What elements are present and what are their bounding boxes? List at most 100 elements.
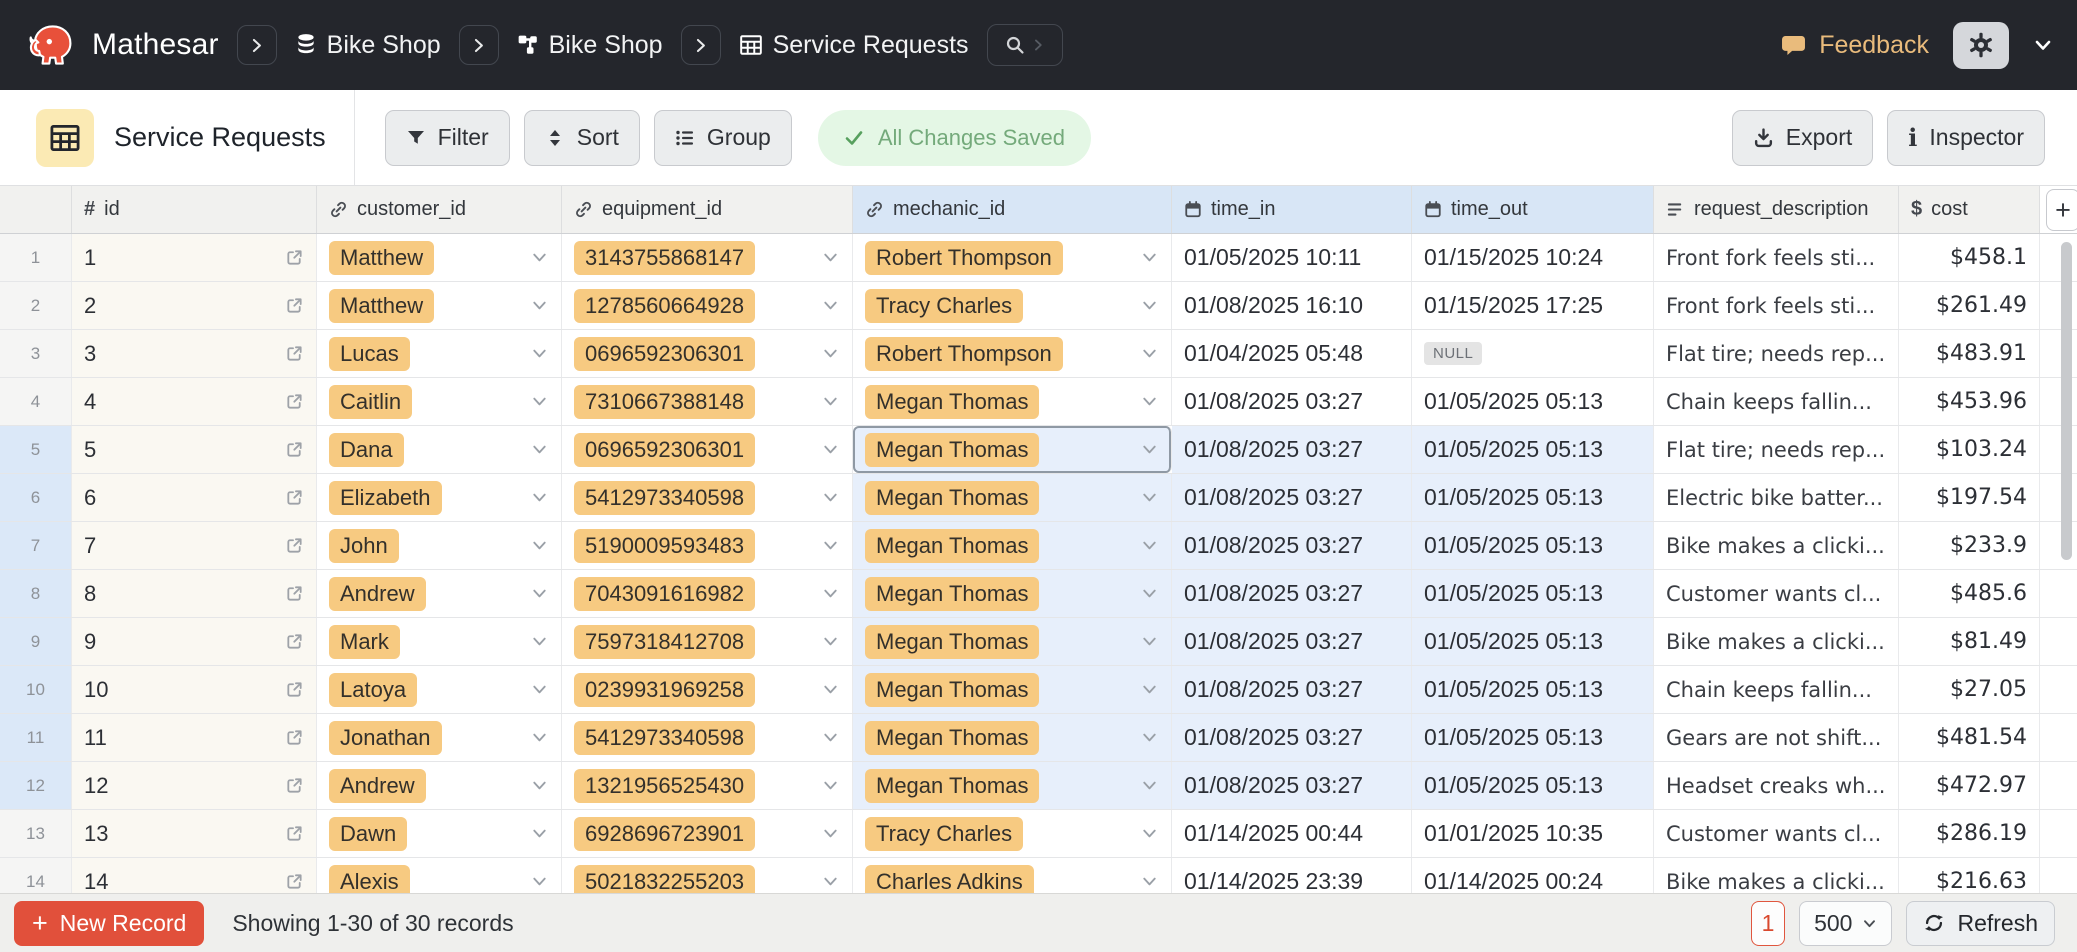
mechanic-cell[interactable]: Megan Thomas — [853, 570, 1172, 617]
open-record-external-link-icon[interactable] — [285, 632, 304, 651]
breadcrumb-expand-button[interactable] — [459, 25, 499, 65]
chevron-down-icon[interactable] — [821, 584, 840, 603]
equipment-cell[interactable]: 5021832255203 — [562, 858, 853, 893]
chevron-down-icon[interactable] — [530, 488, 549, 507]
refresh-button[interactable]: Refresh — [1906, 901, 2055, 946]
row-number-cell[interactable]: 5 — [0, 426, 72, 473]
chevron-down-icon[interactable] — [821, 776, 840, 795]
time_out-cell[interactable]: 01/05/2025 05:13 — [1412, 522, 1654, 569]
open-record-external-link-icon[interactable] — [285, 440, 304, 459]
equipment-cell[interactable]: 5412973340598 — [562, 714, 853, 761]
request-description-cell[interactable]: Bike makes a clicki... — [1654, 858, 1899, 893]
breadcrumb-table[interactable]: Service Requests — [739, 31, 969, 60]
time_out-cell[interactable]: 01/15/2025 10:24 — [1412, 234, 1654, 281]
chevron-down-icon[interactable] — [530, 728, 549, 747]
chevron-down-icon[interactable] — [821, 440, 840, 459]
request-description-cell[interactable]: Electric bike batter... — [1654, 474, 1899, 521]
chevron-down-icon[interactable] — [1140, 296, 1159, 315]
id-cell[interactable]: 8 — [72, 570, 317, 617]
cost-cell[interactable]: $216.63 — [1899, 858, 2040, 893]
column-header-time_in[interactable]: time_in — [1172, 186, 1412, 233]
time_in-cell[interactable]: 01/08/2025 03:27 — [1172, 666, 1412, 713]
id-cell[interactable]: 10 — [72, 666, 317, 713]
cost-cell[interactable]: $458.1 — [1899, 234, 2040, 281]
time_in-cell[interactable]: 01/05/2025 10:11 — [1172, 234, 1412, 281]
cost-cell[interactable]: $81.49 — [1899, 618, 2040, 665]
chevron-down-icon[interactable] — [821, 488, 840, 507]
equipment-cell[interactable]: 7597318412708 — [562, 618, 853, 665]
mechanic-cell[interactable]: Tracy Charles — [853, 810, 1172, 857]
chevron-down-icon[interactable] — [530, 296, 549, 315]
chevron-down-icon[interactable] — [1140, 584, 1159, 603]
open-record-external-link-icon[interactable] — [285, 680, 304, 699]
settings-button[interactable] — [1953, 22, 2009, 69]
breadcrumb-schema[interactable]: Bike Shop — [517, 31, 663, 60]
row-number-cell[interactable]: 1 — [0, 234, 72, 281]
chevron-down-icon[interactable] — [821, 392, 840, 411]
row-number-cell[interactable]: 8 — [0, 570, 72, 617]
row-number-cell[interactable]: 7 — [0, 522, 72, 569]
time_out-cell[interactable]: 01/14/2025 00:24 — [1412, 858, 1654, 893]
time_in-cell[interactable]: 01/04/2025 05:48 — [1172, 330, 1412, 377]
time_out-cell[interactable]: 01/15/2025 17:25 — [1412, 282, 1654, 329]
time_out-cell[interactable]: 01/05/2025 05:13 — [1412, 474, 1654, 521]
id-cell[interactable]: 7 — [72, 522, 317, 569]
equipment-cell[interactable]: 7043091616982 — [562, 570, 853, 617]
chevron-down-icon[interactable] — [821, 680, 840, 699]
request-description-cell[interactable]: Bike makes a clicki... — [1654, 522, 1899, 569]
time_out-cell[interactable]: 01/05/2025 05:13 — [1412, 762, 1654, 809]
vertical-scrollbar-thumb[interactable] — [2061, 242, 2072, 560]
open-record-external-link-icon[interactable] — [285, 344, 304, 363]
chevron-down-icon[interactable] — [530, 872, 549, 891]
request-description-cell[interactable]: Flat tire; needs rep... — [1654, 330, 1899, 377]
open-record-external-link-icon[interactable] — [285, 728, 304, 747]
customer-cell[interactable]: Lucas — [317, 330, 562, 377]
chevron-down-icon[interactable] — [530, 824, 549, 843]
group-button[interactable]: Group — [654, 110, 792, 166]
breadcrumb-expand-button[interactable] — [681, 25, 721, 65]
time_in-cell[interactable]: 01/08/2025 03:27 — [1172, 714, 1412, 761]
chevron-down-icon[interactable] — [530, 632, 549, 651]
time_in-cell[interactable]: 01/08/2025 03:27 — [1172, 378, 1412, 425]
row-number-cell[interactable]: 3 — [0, 330, 72, 377]
row-number-cell[interactable]: 4 — [0, 378, 72, 425]
mechanic-cell[interactable]: Megan Thomas — [853, 426, 1172, 473]
chevron-down-icon[interactable] — [530, 344, 549, 363]
time_in-cell[interactable]: 01/08/2025 03:27 — [1172, 426, 1412, 473]
chevron-down-icon[interactable] — [530, 440, 549, 459]
request-description-cell[interactable]: Gears are not shift... — [1654, 714, 1899, 761]
equipment-cell[interactable]: 5190009593483 — [562, 522, 853, 569]
id-cell[interactable]: 1 — [72, 234, 317, 281]
customer-cell[interactable]: Caitlin — [317, 378, 562, 425]
time_out-cell[interactable]: 01/05/2025 05:13 — [1412, 570, 1654, 617]
row-number-cell[interactable]: 12 — [0, 762, 72, 809]
cost-cell[interactable]: $286.19 — [1899, 810, 2040, 857]
request-description-cell[interactable]: Bike makes a clicki... — [1654, 618, 1899, 665]
open-record-external-link-icon[interactable] — [285, 488, 304, 507]
chevron-down-icon[interactable] — [1140, 248, 1159, 267]
time_out-cell[interactable]: 01/05/2025 05:13 — [1412, 426, 1654, 473]
breadcrumb-expand-button[interactable] — [237, 25, 277, 65]
id-cell[interactable]: 13 — [72, 810, 317, 857]
time_out-cell[interactable]: 01/05/2025 05:13 — [1412, 714, 1654, 761]
customer-cell[interactable]: Andrew — [317, 762, 562, 809]
mechanic-cell[interactable]: Charles Adkins — [853, 858, 1172, 893]
chevron-down-icon[interactable] — [530, 680, 549, 699]
cost-cell[interactable]: $103.24 — [1899, 426, 2040, 473]
request-description-cell[interactable]: Headset creaks wh... — [1654, 762, 1899, 809]
time_in-cell[interactable]: 01/08/2025 03:27 — [1172, 570, 1412, 617]
equipment-cell[interactable]: 6928696723901 — [562, 810, 853, 857]
id-cell[interactable]: 9 — [72, 618, 317, 665]
customer-cell[interactable]: Andrew — [317, 570, 562, 617]
export-button[interactable]: Export — [1732, 110, 1873, 166]
current-page-button[interactable]: 1 — [1751, 901, 1785, 946]
mechanic-cell[interactable]: Megan Thomas — [853, 618, 1172, 665]
id-cell[interactable]: 11 — [72, 714, 317, 761]
time_out-cell[interactable]: 01/05/2025 05:13 — [1412, 618, 1654, 665]
request-description-cell[interactable]: Front fork feels sti... — [1654, 282, 1899, 329]
column-header-mechanic_id[interactable]: mechanic_id — [853, 186, 1172, 233]
customer-cell[interactable]: John — [317, 522, 562, 569]
feedback-button[interactable]: Feedback — [1780, 31, 1929, 60]
request-description-cell[interactable]: Flat tire; needs rep... — [1654, 426, 1899, 473]
request-description-cell[interactable]: Chain keeps fallin... — [1654, 666, 1899, 713]
